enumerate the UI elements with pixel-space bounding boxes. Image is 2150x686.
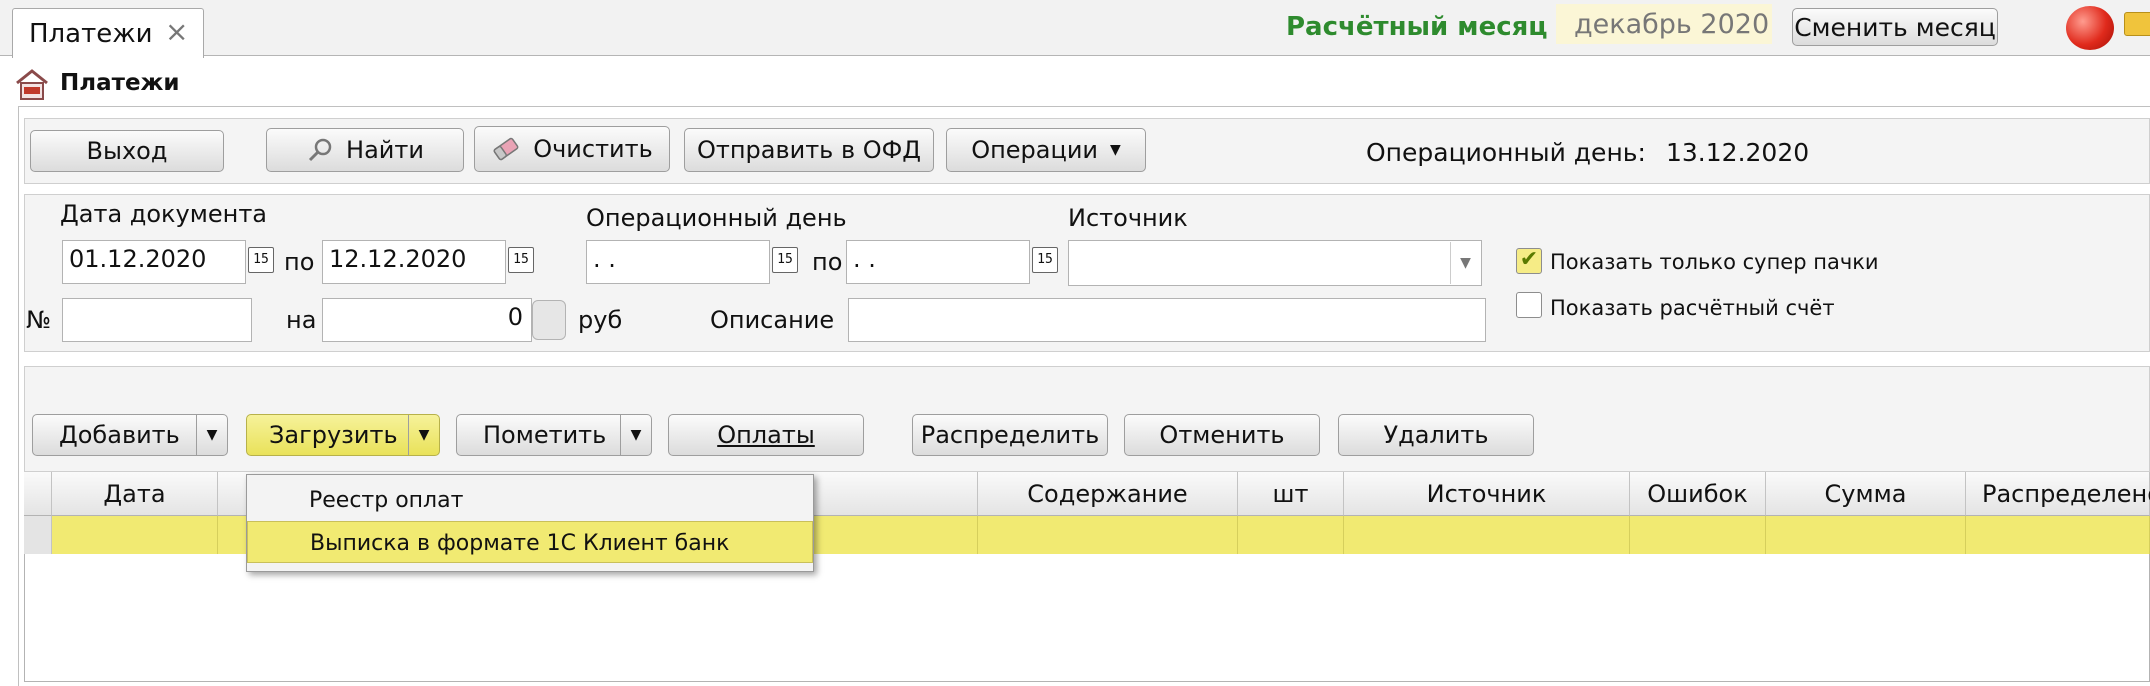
currency-label: руб (578, 306, 623, 334)
super-batches-label: Показать только супер пачки (1550, 250, 1879, 274)
description-label: Описание (710, 306, 835, 334)
send-ofd-button[interactable]: Отправить в ОФД (684, 128, 934, 172)
calendar-icon[interactable]: 15 (508, 247, 534, 273)
exit-orb-icon[interactable] (2066, 6, 2114, 50)
find-label: Найти (346, 136, 424, 164)
description-input[interactable] (848, 298, 1486, 342)
doc-date-label: Дата документа (60, 200, 267, 228)
number-input[interactable] (62, 298, 252, 342)
mail-icon[interactable] (2124, 12, 2150, 36)
operations-label: Операции (971, 136, 1099, 164)
eraser-icon (493, 137, 519, 161)
oper-day-filter-label: Операционный день (586, 204, 847, 232)
amount-spinner[interactable] (532, 300, 566, 340)
find-button[interactable]: Найти (266, 128, 464, 172)
table-cell[interactable] (1238, 516, 1344, 554)
table-cell[interactable] (1966, 516, 2150, 554)
calendar-icon[interactable]: 15 (772, 247, 798, 273)
table-cell[interactable] (52, 516, 218, 554)
change-month-button[interactable]: Сменить месяц (1792, 8, 1998, 46)
page-title: Платежи (60, 70, 180, 96)
source-label: Источник (1068, 204, 1188, 232)
column-header-source[interactable]: Источник (1344, 472, 1630, 516)
column-header-count[interactable]: шт (1238, 472, 1344, 516)
tab-payments[interactable]: Платежи × (12, 8, 204, 58)
table-cell[interactable] (978, 516, 1238, 554)
table-cell[interactable] (1630, 516, 1766, 554)
oper-day-to-input[interactable]: . . (846, 240, 1030, 284)
column-header-content[interactable]: Содержание (978, 472, 1238, 516)
table-cell[interactable] (1344, 516, 1630, 554)
load-dropdown-menu: Реестр оплат Выписка в формате 1С Клиент… (246, 474, 814, 572)
payments-label: Оплаты (717, 421, 815, 449)
number-label: № (26, 306, 51, 334)
account-label: Показать расчётный счёт (1550, 296, 1835, 320)
close-icon[interactable]: × (165, 15, 188, 48)
payments-button[interactable]: Оплаты (668, 414, 864, 456)
table-cell[interactable] (1766, 516, 1966, 554)
oper-day-value: 13.12.2020 (1666, 138, 1810, 167)
account-checkbox[interactable] (1516, 292, 1542, 318)
load-label: Загрузить (269, 421, 398, 449)
tab-label: Платежи (29, 19, 153, 49)
cancel-button[interactable]: Отменить (1124, 414, 1320, 456)
amount-label: на (286, 306, 317, 334)
column-header-sum[interactable]: Сумма (1766, 472, 1966, 516)
super-batches-checkbox[interactable]: ✔ (1516, 248, 1542, 274)
doc-date-from-input[interactable]: 01.12.2020 (62, 240, 246, 284)
exit-button[interactable]: Выход (30, 130, 224, 172)
clear-button[interactable]: Очистить (474, 126, 670, 172)
doc-date-to-label: по (284, 248, 315, 276)
amount-input[interactable]: 0 (322, 298, 532, 342)
oper-day-label: Операционный день: (1366, 138, 1646, 167)
column-header-errors[interactable]: Ошибок (1630, 472, 1766, 516)
chevron-down-icon[interactable]: ▼ (620, 415, 651, 455)
calendar-icon[interactable]: 15 (248, 247, 274, 273)
period-value: декабрь 2020 (1556, 4, 1772, 44)
column-header-distributed[interactable]: Распределено (1966, 472, 2150, 516)
distribute-button[interactable]: Распределить (912, 414, 1108, 456)
add-label: Добавить (59, 421, 180, 449)
period-label: Расчётный месяц (1286, 12, 1548, 42)
menu-item-1c-bank-statement[interactable]: Выписка в формате 1С Клиент банк (247, 521, 813, 563)
menu-item-payment-register[interactable]: Реестр оплат (247, 479, 813, 521)
chevron-down-icon[interactable]: ▼ (196, 415, 227, 455)
mark-button[interactable]: Пометить ▼ (456, 414, 652, 456)
oper-day-to-label: по (812, 248, 843, 276)
grid-row-selector-header (24, 472, 52, 516)
doc-date-to-input[interactable]: 12.12.2020 (322, 240, 506, 284)
load-button[interactable]: Загрузить ▼ (246, 414, 440, 456)
oper-day-from-input[interactable]: . . (586, 240, 770, 284)
add-button[interactable]: Добавить ▼ (32, 414, 228, 456)
operations-button[interactable]: Операции ▼ (946, 128, 1146, 172)
chevron-down-icon[interactable]: ▼ (408, 415, 439, 455)
calendar-icon[interactable]: 15 (1032, 247, 1058, 273)
delete-button[interactable]: Удалить (1338, 414, 1534, 456)
chevron-down-icon: ▼ (1110, 142, 1121, 158)
clear-label: Очистить (533, 135, 653, 163)
column-header-date[interactable]: Дата (52, 472, 218, 516)
search-icon (308, 138, 332, 162)
mark-label: Пометить (483, 421, 607, 449)
chevron-down-icon[interactable]: ▼ (1450, 242, 1480, 284)
source-select[interactable] (1068, 240, 1482, 286)
home-icon (16, 69, 48, 100)
grid-row-selector[interactable] (24, 516, 52, 554)
